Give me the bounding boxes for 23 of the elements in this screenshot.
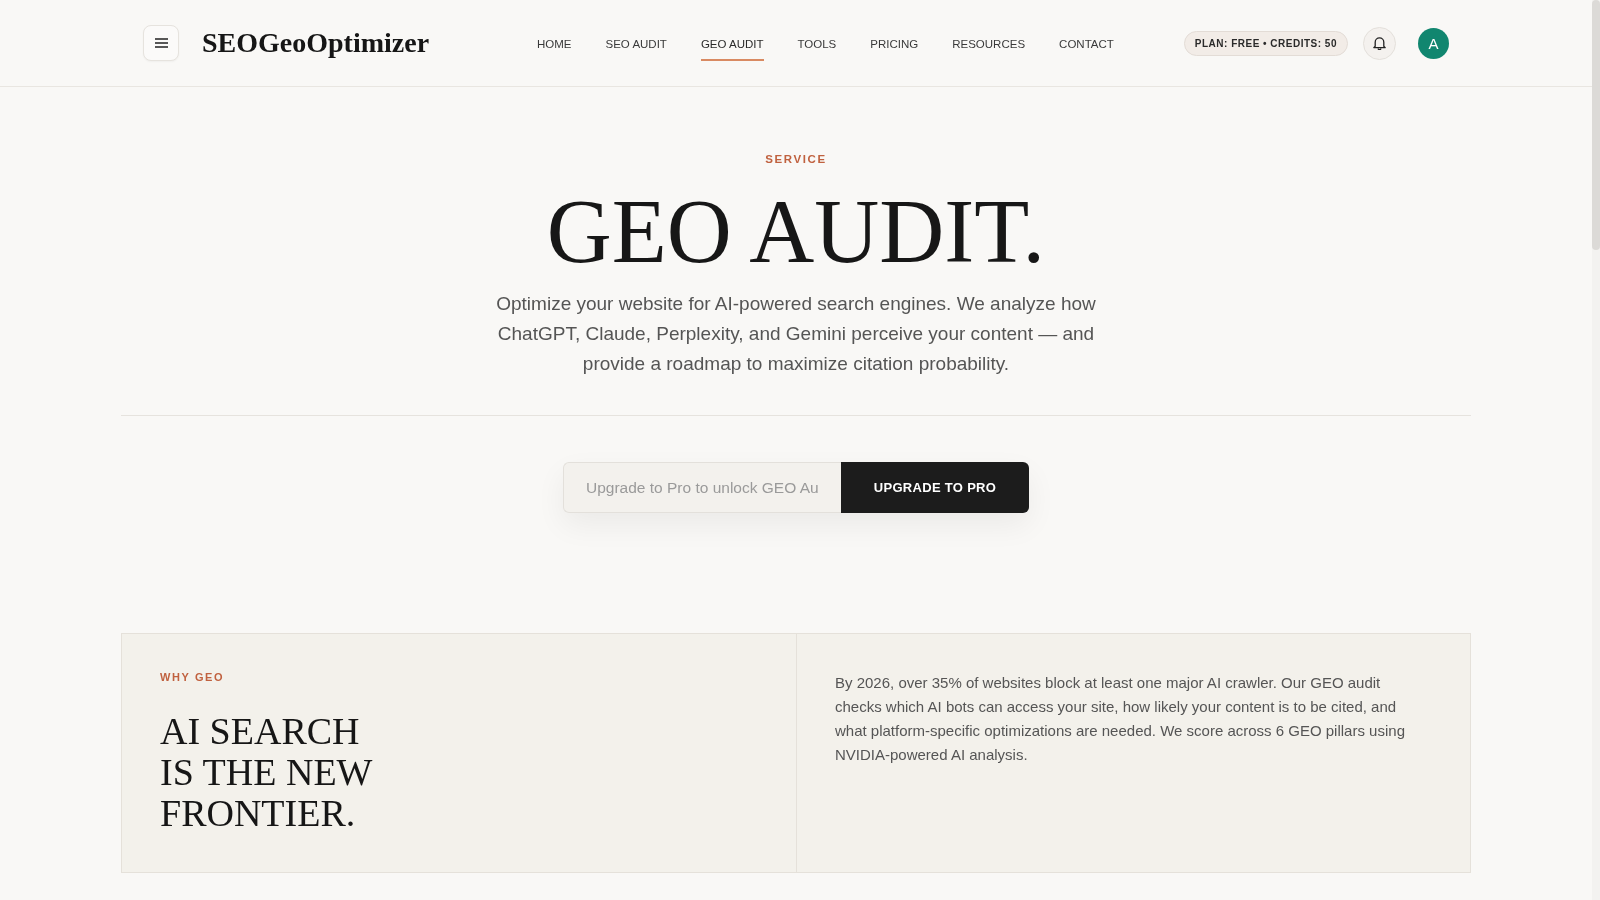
section-heading: AI SEARCH IS THE NEW FRONTIER.	[160, 711, 374, 834]
plan-credits-badge: PLAN: FREE • CREDITS: 50	[1183, 30, 1348, 56]
nav-link[interactable]: TOOLS	[797, 25, 837, 61]
nav-link[interactable]: GEO AUDIT	[700, 25, 764, 61]
nav-link[interactable]: CONTACT	[1059, 25, 1114, 61]
page-title: GEO AUDIT.	[546, 187, 1046, 277]
nav-link[interactable]: RESOURCES	[952, 25, 1026, 61]
section-body-text: By 2026, over 35% of websites block at least one major AI crawler. Our GEO audit checks which AI bots can access your site, how likely your content is to be cited, and what platform-specific optimizations are needed. We score across 6 GEO pillars using NVIDIA-powered AI analysis.	[835, 673, 1406, 765]
menu-button[interactable]	[143, 25, 179, 61]
hero-description: Optimize your website for AI-powered search engines. We analyze how ChatGPT, Claude, Perplexity, and Gemini perceive your content — and provide a roadmap to maximize citation probability.	[495, 292, 1097, 376]
section-eyebrow: WHY GEO	[160, 670, 225, 684]
nav-link[interactable]: HOME	[537, 25, 572, 61]
upgrade-button[interactable]: UPGRADE TO PRO	[841, 462, 1029, 513]
menu-icon	[154, 38, 168, 48]
bell-icon	[1373, 36, 1386, 50]
nav-link[interactable]: SEO AUDIT	[605, 25, 667, 61]
notifications-button[interactable]	[1363, 26, 1396, 60]
audit-url-field[interactable]: Upgrade to Pro to unlock GEO Au	[563, 462, 841, 513]
nav-link[interactable]: PRICING	[870, 25, 919, 61]
section-eyebrow: SERVICE	[765, 152, 827, 166]
scrollbar-thumb[interactable]	[1592, 0, 1600, 250]
site-logo[interactable]: SEOGeoOptimizer	[202, 27, 430, 59]
user-avatar[interactable]: A	[1418, 27, 1449, 59]
